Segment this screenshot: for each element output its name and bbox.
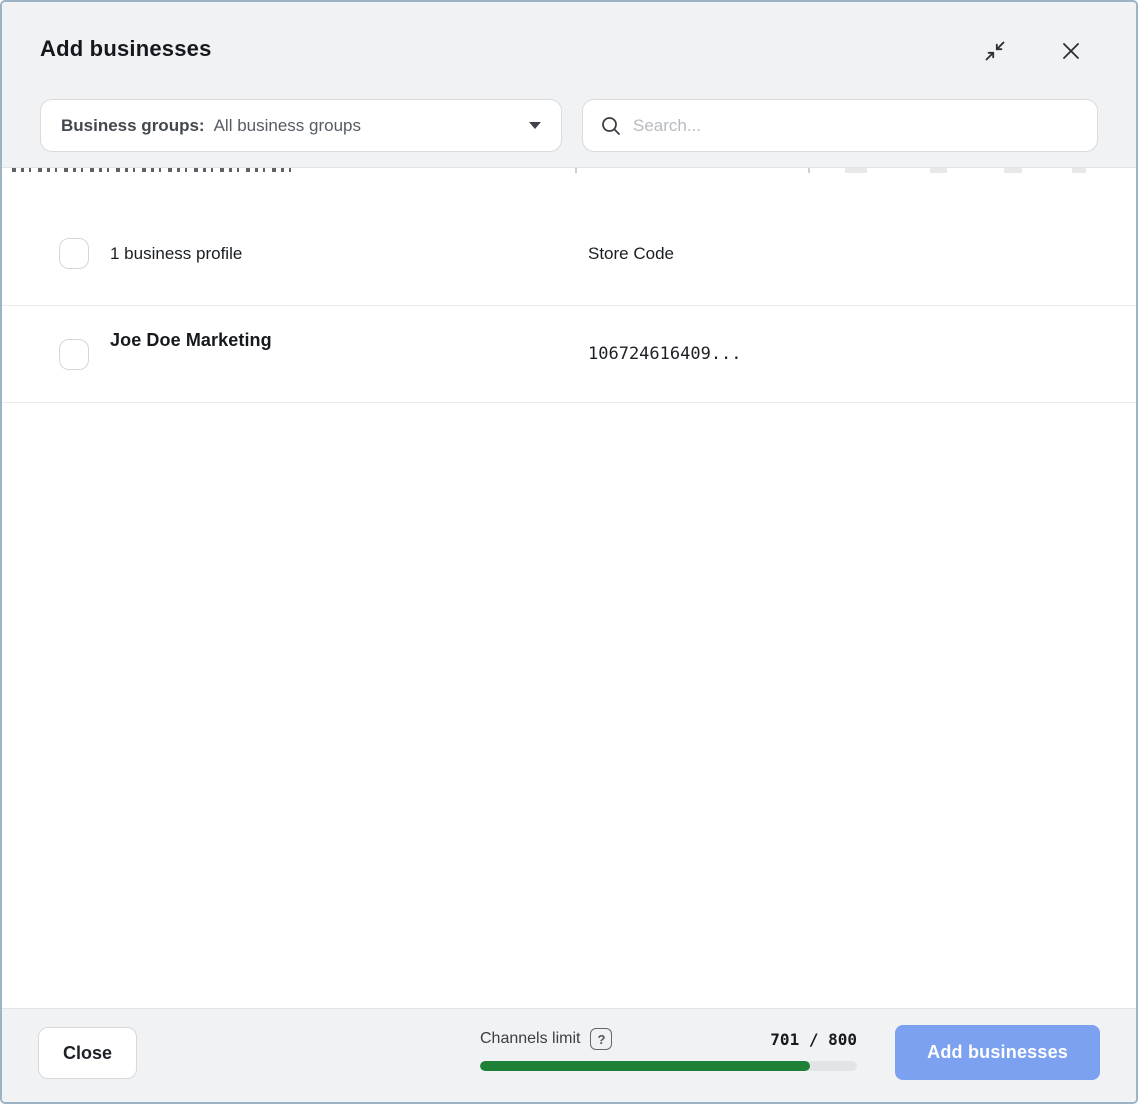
window-controls <box>982 38 1084 64</box>
channels-usage-count: 701 / 800 <box>770 1030 857 1049</box>
channels-limit-block: Channels limit ? 701 / 800 <box>480 1028 857 1071</box>
close-dialog-button[interactable] <box>1058 38 1084 64</box>
close-icon <box>1060 40 1082 62</box>
clipped-column-divider <box>808 168 810 173</box>
business-groups-value: All business groups <box>214 116 361 136</box>
clipped-control-fragment <box>930 168 947 173</box>
clipped-control-fragment <box>1072 168 1086 173</box>
store-code-column-header: Store Code <box>588 244 674 264</box>
search-box[interactable] <box>582 99 1098 152</box>
clipped-control-fragment <box>845 168 867 173</box>
clipped-control-fragment <box>1004 168 1022 173</box>
caret-down-icon <box>529 122 541 129</box>
clipped-text-fragment <box>12 168 298 172</box>
clipped-scrolled-row <box>2 168 1136 176</box>
add-businesses-button[interactable]: Add businesses <box>895 1025 1100 1080</box>
business-list-panel: 1 business profile Store Code Joe Doe Ma… <box>2 168 1136 1008</box>
channels-progress-fill <box>480 1061 810 1071</box>
dialog-title: Add businesses <box>40 36 212 61</box>
close-button[interactable]: Close <box>38 1027 137 1079</box>
select-all-checkbox[interactable] <box>59 238 89 269</box>
business-name: Joe Doe Marketing <box>110 330 272 351</box>
table-header-row: 1 business profile Store Code <box>2 176 1136 306</box>
store-code-value: 106724616409... <box>588 344 742 364</box>
table-row[interactable]: Joe Doe Marketing 106724616409... <box>2 306 1136 403</box>
dialog-footer: Close Channels limit ? 701 / 800 Add bus… <box>2 1008 1136 1102</box>
row-checkbox[interactable] <box>59 339 89 370</box>
collapse-arrows-icon <box>983 39 1007 63</box>
business-groups-label: Business groups: <box>61 116 205 136</box>
search-icon <box>599 114 623 138</box>
search-input[interactable] <box>633 116 1081 136</box>
dialog-header: Add businesses B <box>2 2 1136 168</box>
channels-limit-label: Channels limit <box>480 1030 580 1048</box>
clipped-column-divider <box>575 168 577 173</box>
collapse-window-button[interactable] <box>982 38 1008 64</box>
help-icon[interactable]: ? <box>590 1028 612 1050</box>
profiles-count-label: 1 business profile <box>110 244 242 264</box>
add-businesses-dialog: Add businesses B <box>0 0 1138 1104</box>
channels-progress-track <box>480 1061 857 1071</box>
business-groups-dropdown[interactable]: Business groups: All business groups <box>40 99 562 152</box>
